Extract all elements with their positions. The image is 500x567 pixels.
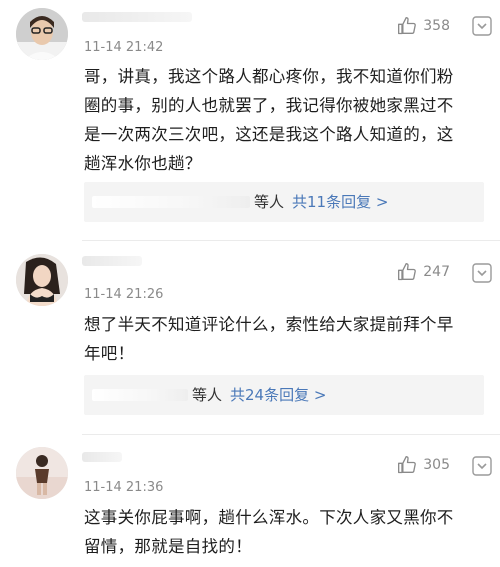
comment-text-line: 留情，那就是自找的！ <box>84 537 252 556</box>
reply-names-redacted <box>92 389 188 401</box>
username-redacted[interactable] <box>82 256 142 266</box>
like-count: 305 <box>423 457 450 473</box>
replies-suffix: 等人 <box>254 193 285 211</box>
thumbs-up-icon <box>398 263 417 281</box>
replies-suffix: 等人 <box>192 386 223 404</box>
more-options-button[interactable] <box>472 456 492 476</box>
like-button[interactable]: 247 <box>397 262 450 282</box>
like-count: 247 <box>423 264 450 280</box>
divider <box>82 240 500 241</box>
replies-count-link[interactable]: 共24条回复 > <box>230 386 326 404</box>
thumbs-up-icon <box>398 456 417 474</box>
chevron-down-icon <box>472 263 492 283</box>
comment-text: 这事关你屁事啊，趟什么浑水。下次人家又黑你不 留情，那就是自找的！ <box>84 503 490 561</box>
replies-summary: 等人 共24条回复 > <box>192 375 326 415</box>
comment-text-line: 年吧！ <box>84 344 135 363</box>
chevron-down-icon <box>472 16 492 36</box>
comment-text-line: 这事关你屁事啊，趟什么浑水。下次人家又黑你不 <box>84 508 454 527</box>
divider <box>82 434 500 435</box>
comment-time: 11-14 21:26 <box>84 287 164 302</box>
comment-text: 哥，讲真，我这个路人都心疼你，我不知道你们粉 圈的事，别的人也就罢了，我记得你被… <box>84 62 490 178</box>
avatar[interactable] <box>16 447 68 499</box>
like-count: 358 <box>423 18 450 34</box>
reply-names-redacted <box>92 196 250 208</box>
username-redacted[interactable] <box>82 452 122 462</box>
avatar[interactable] <box>16 254 68 306</box>
like-button[interactable]: 305 <box>397 455 450 475</box>
comment-text-line: 是一次两次三次吧，这还是我这个路人知道的，这 <box>84 125 454 144</box>
comment-text-line: 哥，讲真，我这个路人都心疼你，我不知道你们粉 <box>84 67 454 86</box>
thumbs-up-icon <box>398 17 417 35</box>
replies-summary: 等人 共11条回复 > <box>254 182 388 222</box>
more-options-button[interactable] <box>472 263 492 283</box>
comment-text-line: 圈的事，别的人也就罢了，我记得你被她家黑过不 <box>84 96 454 115</box>
comment-text: 想了半天不知道评论什么，索性给大家提前拜个早 年吧！ <box>84 310 490 368</box>
replies-count-link[interactable]: 共11条回复 > <box>292 193 388 211</box>
like-button[interactable]: 358 <box>397 16 450 36</box>
replies-preview[interactable]: 等人 共24条回复 > <box>84 375 484 415</box>
avatar-image <box>16 254 68 306</box>
more-options-button[interactable] <box>472 16 492 36</box>
comment-time: 11-14 21:42 <box>84 40 164 55</box>
username-redacted[interactable] <box>82 12 192 22</box>
comment-text-line: 趟浑水你也趟？ <box>84 154 202 173</box>
avatar-image <box>16 447 68 499</box>
avatar[interactable] <box>16 8 68 60</box>
comment-time: 11-14 21:36 <box>84 480 164 495</box>
replies-preview[interactable]: 等人 共11条回复 > <box>84 182 484 222</box>
avatar-image <box>16 8 68 60</box>
chevron-down-icon <box>472 456 492 476</box>
comment-text-line: 想了半天不知道评论什么，索性给大家提前拜个早 <box>84 315 454 334</box>
